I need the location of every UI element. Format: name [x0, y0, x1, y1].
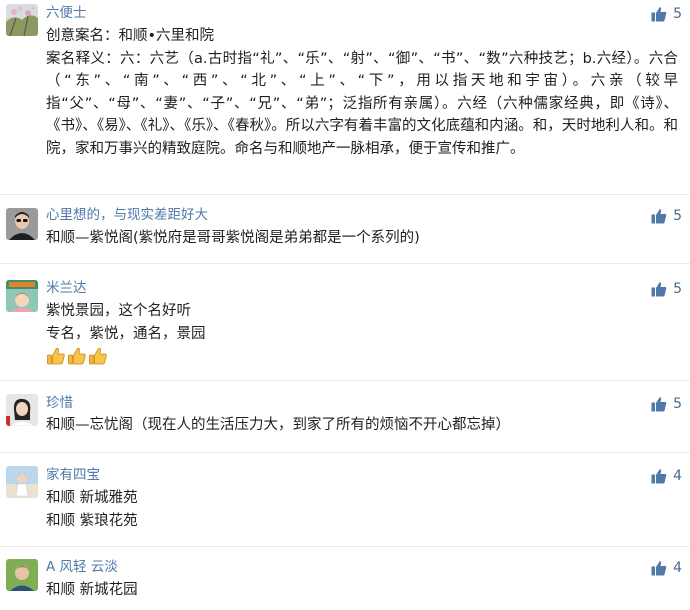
- thumbs-up-icon: [651, 282, 667, 297]
- divider: [0, 380, 690, 381]
- comment-item: 家有四宝 4 和顺 新城雅苑 和顺 紫琅花苑: [0, 460, 690, 540]
- comment-username[interactable]: 家有四宝: [46, 466, 100, 484]
- comment-text: 紫悦景园，这个名好听: [46, 303, 191, 319]
- like-count: 4: [673, 560, 682, 576]
- like-count: 5: [673, 281, 682, 297]
- comment-text: 案名释义：六：六艺（a.古时指“礼”、“乐”、“射”、“御”、“书”、“数”六种…: [46, 50, 678, 157]
- like-button[interactable]: 4: [651, 558, 682, 578]
- avatar[interactable]: [6, 559, 38, 591]
- comment-text: 创意案名：和顺•六里和院: [46, 28, 215, 44]
- thumbs-up-icon: [651, 561, 667, 576]
- comment-username[interactable]: 米兰达: [46, 279, 87, 297]
- thumbs-up-icon: [651, 209, 667, 224]
- thumbs-up-icon: [651, 7, 667, 22]
- like-button[interactable]: 5: [651, 279, 682, 299]
- comment-item: 心里想的，与现实差距好大 5 和顺—紫悦阁(紫悦府是哥哥紫悦阁是弟弟都是一个系列…: [0, 200, 690, 260]
- comment-username[interactable]: A 风轻 云淡: [46, 558, 118, 576]
- comment-username[interactable]: 六便士: [46, 4, 87, 22]
- comment-item: 米兰达 5 紫悦景园，这个名好听 专名，紫悦，通名，景园: [0, 272, 690, 367]
- thumbs-up-emoji: [67, 346, 87, 366]
- comment-text: 和顺—紫悦阁(紫悦府是哥哥紫悦阁是弟弟都是一个系列的): [46, 230, 420, 246]
- comment-item: 珍惜 5 和顺—忘忧阁（现在人的生活压力大，到家了所有的烦恼不开心都忘掉）: [0, 388, 690, 448]
- comment-text: 和顺 新城花园: [46, 582, 138, 598]
- comment-content: 和顺 新城花园: [46, 579, 678, 602]
- comment-content: 紫悦景园，这个名好听 专名，紫悦，通名，景园: [46, 300, 678, 366]
- avatar[interactable]: [6, 394, 38, 426]
- avatar[interactable]: [6, 4, 38, 36]
- avatar[interactable]: [6, 466, 38, 498]
- like-count: 5: [673, 6, 682, 22]
- comment-username[interactable]: 心里想的，与现实差距好大: [46, 206, 208, 224]
- comment-item: 六便士 5 创意案名：和顺•六里和院 案名释义：六：六艺（a.古时指“礼”、“乐…: [0, 0, 690, 190]
- thumbs-up-icon: [651, 397, 667, 412]
- like-count: 4: [673, 468, 682, 484]
- comment-item: A 风轻 云淡 4 和顺 新城花园: [0, 552, 690, 610]
- like-button[interactable]: 5: [651, 4, 682, 24]
- comment-username[interactable]: 珍惜: [46, 394, 73, 412]
- thumbs-up-emoji: [88, 346, 108, 366]
- divider: [0, 546, 690, 547]
- like-count: 5: [673, 208, 682, 224]
- avatar[interactable]: [6, 280, 38, 312]
- comment-content: 创意案名：和顺•六里和院 案名释义：六：六艺（a.古时指“礼”、“乐”、“射”、…: [46, 25, 678, 160]
- comment-text: 专名，紫悦，通名，景园: [46, 325, 206, 342]
- comment-text: 和顺 新城雅苑: [46, 490, 138, 506]
- comment-text: 和顺—忘忧阁（现在人的生活压力大，到家了所有的烦恼不开心都忘掉）: [46, 417, 510, 433]
- divider: [0, 263, 690, 264]
- like-button[interactable]: 5: [651, 206, 682, 226]
- comment-content: 和顺—忘忧阁（现在人的生活压力大，到家了所有的烦恼不开心都忘掉）: [46, 414, 678, 437]
- comment-text: 和顺 紫琅花苑: [46, 512, 138, 529]
- like-count: 5: [673, 396, 682, 412]
- comment-content: 和顺 新城雅苑 和顺 紫琅花苑: [46, 487, 678, 532]
- thumbs-up-emoji: [46, 346, 66, 366]
- like-button[interactable]: 4: [651, 466, 682, 486]
- like-button[interactable]: 5: [651, 394, 682, 414]
- emoji-row: [46, 346, 678, 366]
- avatar[interactable]: [6, 208, 38, 240]
- comment-content: 和顺—紫悦阁(紫悦府是哥哥紫悦阁是弟弟都是一个系列的): [46, 227, 678, 250]
- thumbs-up-icon: [651, 469, 667, 484]
- divider: [0, 452, 690, 453]
- divider: [0, 194, 690, 195]
